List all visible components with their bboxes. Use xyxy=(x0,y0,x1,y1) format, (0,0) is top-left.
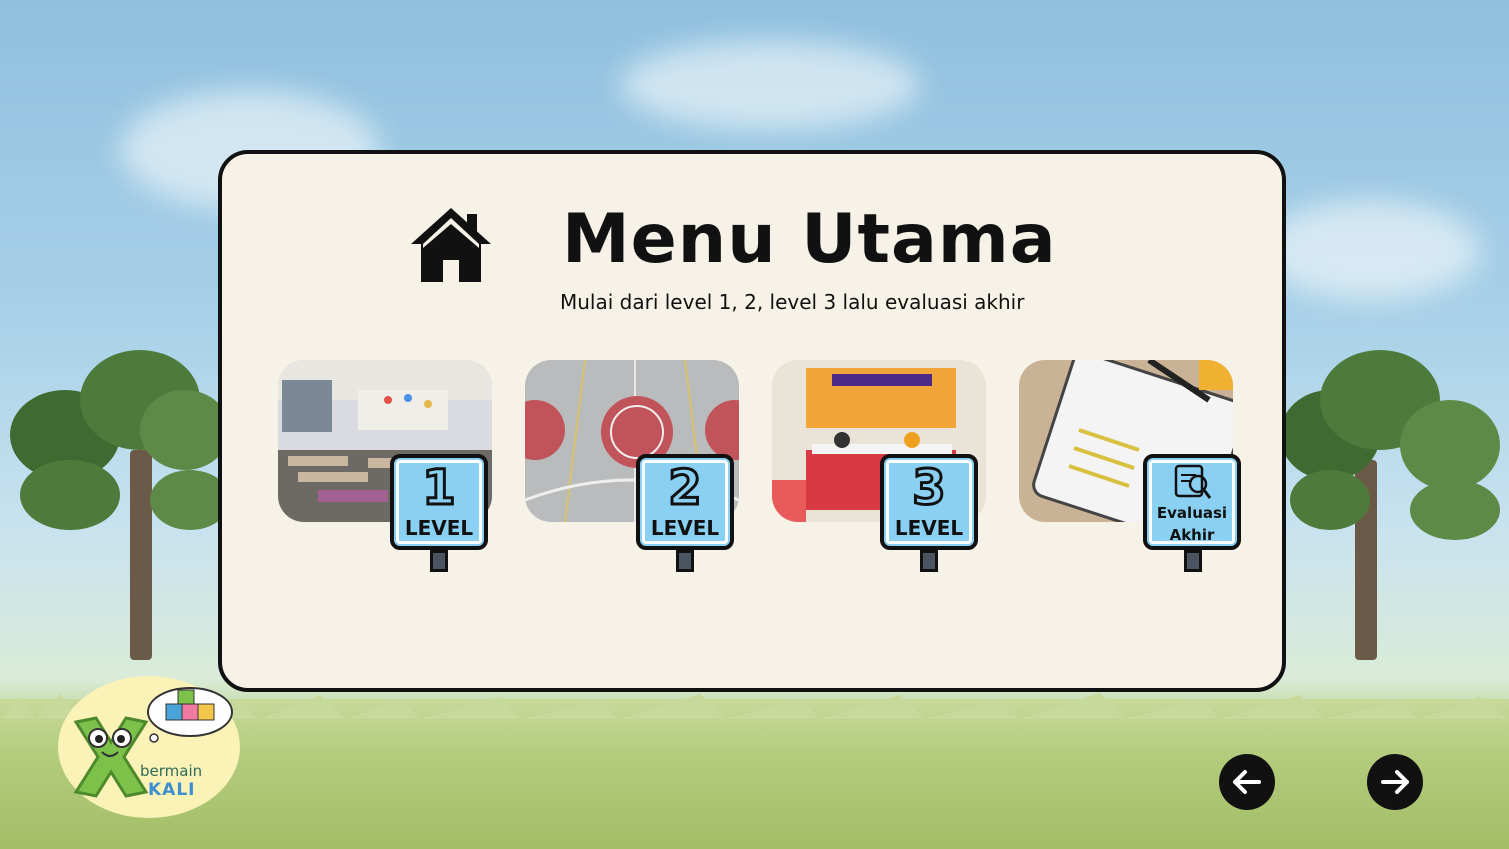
level-label: LEVEL xyxy=(894,516,964,540)
bermain-kali-logo: bermain KALI xyxy=(58,676,240,818)
evaluasi-line2: Akhir xyxy=(1169,526,1215,544)
logo-text-bermain: bermain xyxy=(140,762,203,780)
thought-bubble-blocks-icon xyxy=(147,687,233,743)
level-1-card[interactable]: 1 LEVEL xyxy=(278,360,492,578)
level-label: LEVEL xyxy=(650,516,720,540)
level-3-sign: 3 LEVEL xyxy=(880,454,978,550)
level-1-sign: 1 LEVEL xyxy=(390,454,488,550)
cloud xyxy=(620,40,920,130)
level-number: 2 xyxy=(667,460,703,516)
level-label: LEVEL xyxy=(404,516,474,540)
sign-post xyxy=(676,550,694,572)
sign-post xyxy=(430,550,448,572)
evaluasi-akhir-sign: Evaluasi Akhir xyxy=(1143,454,1241,550)
level-3-card[interactable]: 3 LEVEL xyxy=(772,360,986,578)
logo-text-kali: KALI xyxy=(148,780,196,800)
assessment-clipboard-icon xyxy=(1174,464,1212,499)
cloud xyxy=(1260,200,1480,300)
arrow-right-icon xyxy=(1381,770,1409,794)
level-2-sign: 2 LEVEL xyxy=(636,454,734,550)
next-button[interactable] xyxy=(1367,754,1423,810)
page-title: Menu Utama xyxy=(562,200,1057,279)
home-icon[interactable] xyxy=(409,204,493,284)
evaluasi-line1: Evaluasi xyxy=(1156,504,1228,522)
page-subtitle: Mulai dari level 1, 2, level 3 lalu eval… xyxy=(560,290,1025,314)
level-2-card[interactable]: 2 LEVEL xyxy=(525,360,739,578)
main-menu-panel: Menu Utama Mulai dari level 1, 2, level … xyxy=(218,150,1286,692)
level-number: 1 xyxy=(421,460,457,516)
evaluasi-akhir-card[interactable]: Evaluasi Akhir xyxy=(1019,360,1241,578)
prev-button[interactable] xyxy=(1219,754,1275,810)
arrow-left-icon xyxy=(1233,770,1261,794)
tree-left xyxy=(0,330,240,660)
sign-post xyxy=(920,550,938,572)
level-number: 3 xyxy=(911,460,947,516)
evaluasi-label: Evaluasi Akhir xyxy=(1147,502,1237,546)
tree-right xyxy=(1280,340,1509,660)
sign-post xyxy=(1184,550,1202,572)
